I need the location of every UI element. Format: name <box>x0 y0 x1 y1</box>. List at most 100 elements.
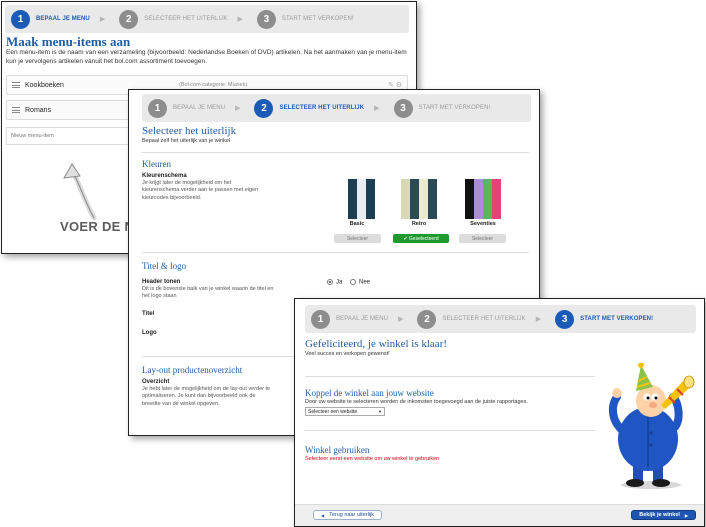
view-shop-button[interactable]: Bekijk je winkel ▶ <box>631 510 696 520</box>
color-stripe <box>474 179 483 219</box>
step-label: BEPAAL JE MENU <box>336 316 389 322</box>
wizard-steps: 1 BEPAAL JE MENU ▶ 2 SELECTEER HET UITERLIJ… <box>305 305 696 333</box>
connect-description: Door uw website te selecteren worden de … <box>305 399 528 405</box>
new-menu-item-input[interactable] <box>6 127 130 145</box>
chevron-right-icon: ▶ <box>398 316 404 323</box>
color-stripe <box>465 179 474 219</box>
step-number: 1 <box>11 9 30 29</box>
drag-handle-icon[interactable] <box>12 106 20 115</box>
radio-yes[interactable]: Ja <box>327 279 342 286</box>
theme-name: Basic <box>349 221 365 227</box>
step-label: BEPAAL JE MENU <box>173 105 226 111</box>
curved-arrow-icon <box>63 163 97 221</box>
menu-item-name: Romans <box>25 106 52 114</box>
header-toggle-description: Dit is de bovenste balk van je winkel wa… <box>142 286 274 300</box>
section-heading-use: Winkel gebruiken <box>305 445 370 455</box>
color-stripe <box>401 179 410 219</box>
website-select[interactable]: Selecteer een website ▼ <box>305 407 385 416</box>
color-stripe <box>339 179 348 219</box>
page-title: Selecteer het uiterlijk <box>142 125 237 137</box>
step-2[interactable]: 2 SELECTEER HET UITERLIJK ▶ <box>119 9 243 29</box>
section-heading-layout: Lay-out productenoverzicht <box>142 365 243 375</box>
gear-icon[interactable]: ⚙ <box>396 82 402 89</box>
chevron-right-icon: ▶ <box>374 105 380 112</box>
step-2[interactable]: 2 SELECTEER HET UITERLIJK ▶ <box>254 98 380 118</box>
chevron-right-icon: ▶ <box>99 16 106 23</box>
divider <box>142 152 529 153</box>
chevron-right-icon: ▶ <box>235 105 241 112</box>
chevron-right-icon: ▶ <box>237 16 243 23</box>
color-stripe <box>348 179 357 219</box>
color-stripe <box>366 179 375 219</box>
step-number: 3 <box>256 9 276 29</box>
color-stripe <box>410 179 419 219</box>
button-label: Terug naar uiterlijk <box>329 512 375 518</box>
divider <box>305 376 595 377</box>
scheme-label: Kleurenschema <box>142 173 187 179</box>
chevron-left-icon: ◀ <box>321 512 325 518</box>
step-number: 1 <box>148 98 167 118</box>
header-toggle-label: Header tonen <box>142 279 181 285</box>
chevron-right-icon: ▶ <box>684 512 688 518</box>
mascot-illustration <box>608 363 695 489</box>
divider <box>142 252 529 253</box>
step-number: 2 <box>254 98 274 118</box>
section-heading-connect: Koppel de winkel aan jouw website <box>305 388 434 398</box>
step-3[interactable]: 3 START MET VERKOPEN! <box>555 309 654 329</box>
color-stripe <box>419 179 428 219</box>
back-button[interactable]: ◀ Terug naar uiterlijk <box>313 510 383 520</box>
drag-handle-icon[interactable] <box>12 81 20 90</box>
radio-label: Ja <box>336 279 343 286</box>
radio-label: Nee <box>359 279 371 286</box>
step-label: START MET VERKOPEN! <box>281 16 354 22</box>
step-label: START MET VERKOPEN! <box>418 105 491 111</box>
button-label: Bekijk je winkel <box>639 512 680 518</box>
step-number: 3 <box>393 98 413 118</box>
edit-icon[interactable]: ✎ <box>388 82 394 89</box>
chevron-right-icon: ▶ <box>535 316 542 323</box>
step-1[interactable]: 1 BEPAAL JE MENU ▶ <box>148 98 241 118</box>
color-stripe <box>483 179 492 219</box>
radio-unchecked-icon[interactable] <box>350 279 356 285</box>
step-number: 2 <box>119 9 139 29</box>
theme-name: Retro <box>411 221 427 227</box>
select-theme-button[interactable]: Selecteer <box>459 234 506 243</box>
wizard-steps: 1 BEPAAL JE MENU ▶ 2 SELECTEER HET UITERLIJ… <box>5 5 409 33</box>
step-2[interactable]: 2 SELECTEER HET UITERLIJK ▶ <box>417 309 542 329</box>
menu-item-name: Kookboeken <box>25 81 64 89</box>
color-stripe <box>492 179 501 219</box>
overview-description: Je hebt later de mogelijkheid om de lay-… <box>142 386 271 407</box>
step-3[interactable]: 3 START MET VERKOPEN! <box>256 9 354 29</box>
step-3[interactable]: 3 START MET VERKOPEN! <box>393 98 491 118</box>
title-label: Titel <box>142 311 155 317</box>
page-subtitle: Bepaal zelf het uiterlijk van je winkel <box>142 138 231 144</box>
select-theme-button[interactable]: Selecteer <box>334 234 381 243</box>
step-number: 3 <box>555 309 575 329</box>
button-label: Geselecteerd <box>408 235 439 242</box>
page-subtitle: Veel succes en verkopen gewenst! <box>305 351 390 357</box>
theme-name: Seventies <box>470 221 496 227</box>
selected-theme-button[interactable]: ✔ Geselecteerd <box>393 234 449 243</box>
radio-checked-icon[interactable] <box>327 279 333 285</box>
page-title: Gefeliciteerd, je winkel is klaar! <box>305 338 448 350</box>
select-value: Selecteer een website <box>308 409 358 415</box>
step-label: SELECTEER HET UITERLIJK <box>144 16 228 22</box>
step-1[interactable]: 1 BEPAAL JE MENU ▶ <box>11 9 106 29</box>
intro-text: Een menu-item is de naam van een verzame… <box>6 49 407 66</box>
theme-swatch-basic[interactable] <box>339 179 375 219</box>
use-warning: Selecteer eerst een website om uw winkel… <box>305 456 440 462</box>
color-stripe <box>428 179 437 219</box>
finish-panel: 1 BEPAAL JE MENU ▶ 2 SELECTEER HET UITERLIJ… <box>294 298 705 527</box>
overview-label: Overzicht <box>142 379 170 385</box>
section-heading-colors: Kleuren <box>142 159 171 169</box>
step-number: 1 <box>311 309 330 329</box>
scheme-description: Je krijgt later de mogelijkheid om het k… <box>142 180 259 201</box>
radio-no[interactable]: Nee <box>350 279 370 286</box>
theme-swatch-seventies[interactable] <box>465 179 501 219</box>
theme-swatch-retro[interactable] <box>401 179 437 219</box>
step-1[interactable]: 1 BEPAAL JE MENU ▶ <box>311 309 404 329</box>
step-label: START MET VERKOPEN! <box>580 316 654 322</box>
logo-label: Logo <box>142 330 157 336</box>
color-stripe <box>357 179 366 219</box>
section-heading-logo: Titel & logo <box>142 261 187 271</box>
